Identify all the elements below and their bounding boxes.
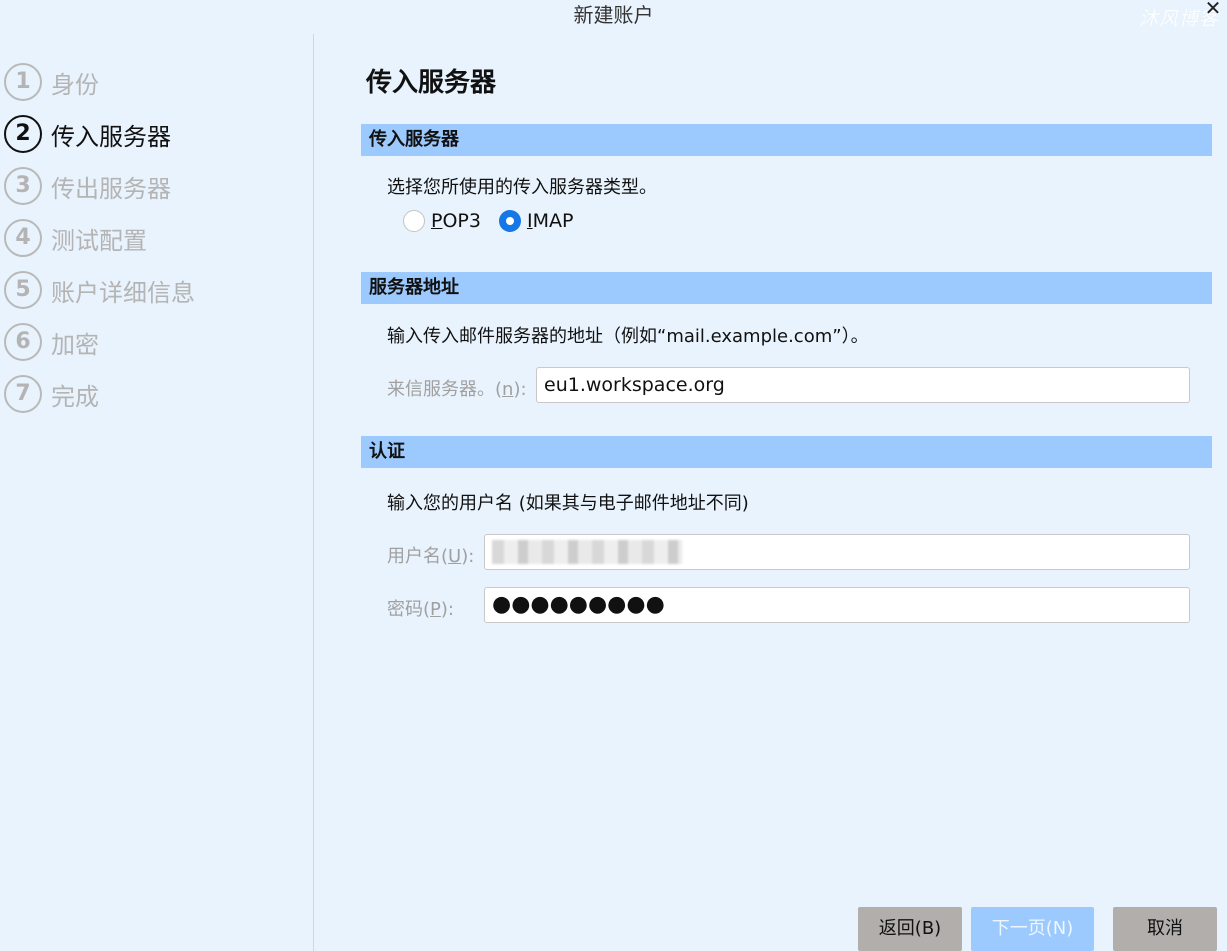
step-label: 账户详细信息 bbox=[51, 278, 195, 307]
label-prefix: 密码( bbox=[387, 599, 431, 620]
back-button[interactable]: 返回(B) bbox=[858, 907, 962, 951]
step-label: 完成 bbox=[51, 382, 99, 411]
radio-label-rest: MAP bbox=[532, 210, 574, 232]
radio-pop3[interactable]: POP3 bbox=[403, 210, 481, 232]
radio-label-rest: OP3 bbox=[442, 210, 481, 232]
password-masked-value: ●●●●●●●●● bbox=[492, 592, 665, 617]
mnemonic: U bbox=[448, 546, 462, 567]
label-prefix: 用户名( bbox=[387, 546, 449, 567]
next-button[interactable]: 下一页(N) bbox=[971, 907, 1094, 951]
step-outgoing-server: 3 传出服务器 bbox=[4, 164, 171, 208]
server-type-description: 选择您所使用的传入服务器类型。 bbox=[387, 177, 657, 198]
step-label: 加密 bbox=[51, 330, 99, 359]
mnemonic: P bbox=[430, 599, 441, 620]
label-suffix: ): bbox=[513, 379, 527, 400]
section-header-authentication: 认证 bbox=[361, 436, 1212, 468]
redacted-username bbox=[492, 540, 682, 564]
server-type-radio-group: POP3 IMAP bbox=[403, 210, 591, 232]
radio-button-pop3[interactable] bbox=[403, 210, 425, 232]
password-label: 密码(P): bbox=[387, 595, 454, 621]
label-prefix: 来信服务器。( bbox=[387, 379, 503, 400]
wizard-steps-sidebar: 1 身份 2 传入服务器 3 传出服务器 4 测试配置 5 账户详细信息 6 加… bbox=[0, 34, 314, 951]
page-title: 传入服务器 bbox=[366, 68, 497, 98]
server-address-description: 输入传入邮件服务器的地址（例如“mail.example.com”）。 bbox=[387, 326, 869, 347]
radio-label-pop3: POP3 bbox=[431, 210, 481, 232]
step-encryption: 6 加密 bbox=[4, 320, 99, 364]
label-suffix: ): bbox=[440, 599, 454, 620]
step-label: 测试配置 bbox=[51, 226, 147, 255]
username-label: 用户名(U): bbox=[387, 542, 474, 568]
step-incoming-server: 2 传入服务器 bbox=[4, 112, 171, 156]
section-header-server-address: 服务器地址 bbox=[361, 272, 1212, 304]
step-number: 1 bbox=[4, 63, 42, 101]
mnemonic: n bbox=[502, 379, 514, 400]
step-test-config: 4 测试配置 bbox=[4, 216, 147, 260]
step-finish: 7 完成 bbox=[4, 372, 99, 416]
step-number: 5 bbox=[4, 271, 42, 309]
authentication-description: 输入您的用户名 (如果其与电子邮件地址不同) bbox=[387, 493, 749, 514]
radio-imap[interactable]: IMAP bbox=[498, 210, 573, 232]
step-label: 传入服务器 bbox=[51, 122, 171, 151]
window-title: 新建账户 bbox=[573, 3, 654, 27]
section-header-server-type: 传入服务器 bbox=[361, 124, 1212, 156]
step-label: 身份 bbox=[51, 70, 99, 99]
step-label: 传出服务器 bbox=[51, 174, 171, 203]
radio-label-imap: IMAP bbox=[527, 210, 573, 232]
mnemonic: P bbox=[431, 210, 443, 232]
step-number: 7 bbox=[4, 375, 42, 413]
cancel-button[interactable]: 取消 bbox=[1113, 907, 1217, 951]
step-number: 3 bbox=[4, 167, 42, 205]
step-account-details: 5 账户详细信息 bbox=[4, 268, 195, 312]
radio-button-imap[interactable] bbox=[498, 210, 521, 232]
step-number: 6 bbox=[4, 323, 42, 361]
step-identity: 1 身份 bbox=[4, 60, 99, 104]
label-suffix: ): bbox=[461, 546, 475, 567]
close-icon[interactable]: ✕ bbox=[1202, 0, 1224, 19]
step-number: 4 bbox=[4, 219, 42, 257]
incoming-server-input[interactable]: eu1.workspace.org bbox=[536, 367, 1190, 403]
step-number: 2 bbox=[4, 115, 42, 153]
window-title-bar: 新建账户 bbox=[0, 0, 1227, 34]
incoming-server-label: 来信服务器。(n): bbox=[387, 375, 527, 401]
